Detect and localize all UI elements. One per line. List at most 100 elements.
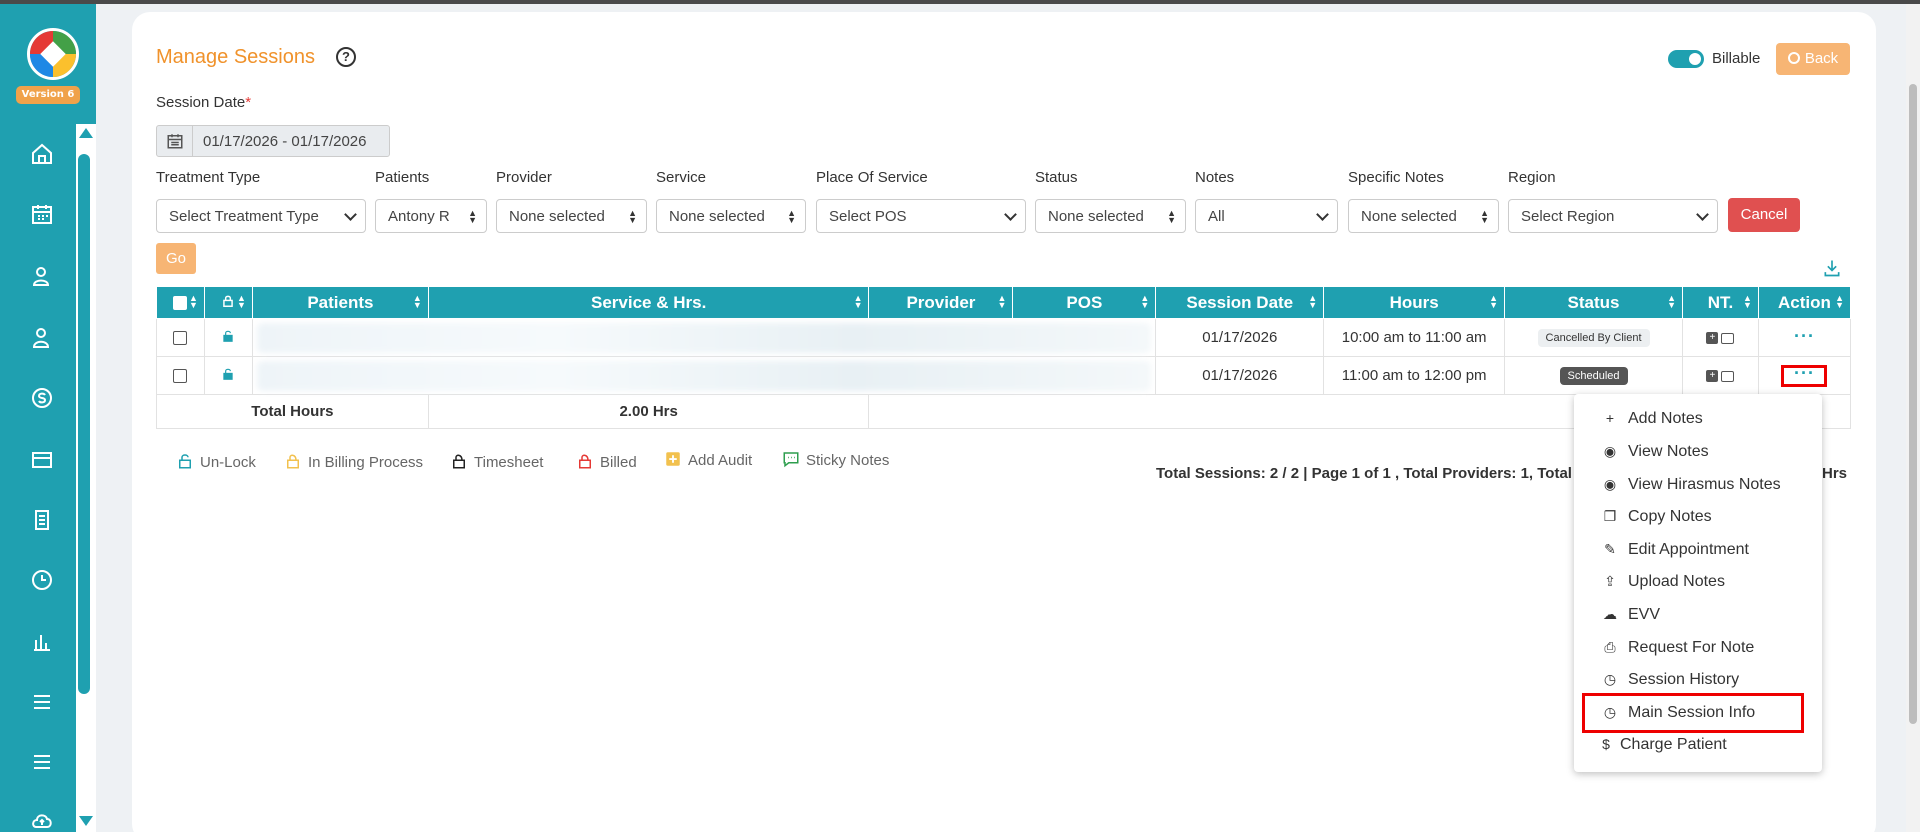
sticky-note-icon[interactable] — [1721, 332, 1735, 344]
more-actions-highlight[interactable]: ··· — [1781, 363, 1828, 387]
patients-select[interactable]: Antony R ▲ ▼ — [375, 199, 487, 233]
menu-item-request-for-note[interactable]: ⎙ Request For Note — [1602, 639, 1754, 657]
scroll-up-icon[interactable] — [79, 128, 93, 138]
menu-item-upload-notes[interactable]: ⇪ Upload Notes — [1602, 573, 1725, 591]
select-all-checkbox[interactable] — [173, 296, 188, 311]
status-label: Status — [1035, 169, 1078, 186]
status-badge: Cancelled By Client — [1537, 329, 1650, 347]
table-row: 01/17/2026 10:00 am to 11:00 am Cancelle… — [156, 318, 1852, 357]
specific-notes-select[interactable]: None selected ▲ ▼ — [1348, 199, 1499, 233]
region-label: Region — [1508, 169, 1556, 186]
menu-item-view-hirasmus-notes[interactable]: ◉ View Hirasmus Notes — [1602, 476, 1781, 494]
treatment-type-label: Treatment Type — [156, 169, 261, 186]
more-actions-icon[interactable]: ··· — [1794, 363, 1815, 383]
menu-item-view-notes[interactable]: ◉ View Notes — [1602, 443, 1709, 461]
legend-billed: Billed — [576, 452, 637, 471]
main-session-info-highlight — [1582, 693, 1804, 733]
list-icon[interactable] — [30, 750, 58, 778]
clock-icon[interactable] — [30, 568, 58, 596]
file-request-icon: ⎙ — [1604, 639, 1616, 655]
provider-select[interactable]: None selected ▲ ▼ — [496, 199, 647, 233]
row-checkbox[interactable] — [173, 369, 188, 384]
provider-label: Provider — [496, 169, 552, 186]
menu-item-edit-appointment[interactable]: ✎ Edit Appointment — [1602, 541, 1749, 559]
download-icon[interactable] — [1822, 258, 1842, 278]
back-button[interactable]: Back — [1776, 43, 1850, 75]
cloud-upload-icon: ☁ — [1603, 606, 1617, 622]
sidebar: Version 6 — [0, 4, 96, 832]
page-scrollbar[interactable] — [1906, 4, 1920, 832]
menu-item-add-notes[interactable]: + Add Notes — [1602, 410, 1703, 428]
table-row: 01/17/2026 11:00 am to 12:00 pm Schedule… — [156, 356, 1852, 395]
action-column-header[interactable]: Action ▲ ▼ — [1757, 286, 1852, 319]
service-select[interactable]: None selected ▲ ▼ — [656, 199, 806, 233]
hours-column-header[interactable]: Hours ▲ ▼ — [1323, 286, 1506, 319]
session-date-cell: 01/17/2026 — [1155, 356, 1325, 395]
menu-item-session-history[interactable]: ◷ Session History — [1602, 671, 1739, 689]
card-icon[interactable] — [30, 448, 58, 476]
document-icon[interactable] — [30, 508, 58, 536]
page-scroll-thumb[interactable] — [1909, 84, 1917, 724]
hours-cell: 11:00 am to 12:00 pm — [1323, 356, 1506, 395]
action-dropdown-menu: + Add Notes ◉ View Notes ◉ View Hirasmus No… — [1574, 394, 1822, 772]
upload-file-icon: ⇪ — [1604, 573, 1616, 589]
menu-item-copy-notes[interactable]: ❐ Copy Notes — [1602, 508, 1712, 526]
dollar-icon: $ — [1602, 736, 1610, 752]
row-checkbox[interactable] — [173, 331, 188, 346]
menu-item-charge-patient[interactable]: $ Charge Patient — [1598, 736, 1727, 754]
total-hours-value: 2.00 Hrs — [427, 394, 870, 429]
clock-icon: ◷ — [1603, 671, 1617, 687]
help-icon[interactable]: ? — [336, 47, 356, 67]
back-icon — [1787, 52, 1800, 64]
notes-select[interactable]: All — [1195, 199, 1338, 233]
treatment-type-select[interactable]: Select Treatment Type — [156, 199, 366, 233]
billable-toggle[interactable] — [1668, 50, 1704, 68]
lock-icon — [221, 293, 235, 312]
more-actions-icon[interactable]: ··· — [1794, 326, 1815, 346]
go-button[interactable]: Go — [156, 243, 196, 274]
region-select[interactable]: Select Region — [1508, 199, 1718, 233]
page-title: Manage Sessions — [156, 46, 315, 68]
status-badge: Scheduled — [1559, 367, 1628, 385]
chart-icon[interactable] — [30, 630, 58, 658]
scroll-down-icon[interactable] — [79, 816, 93, 826]
calendar-icon[interactable] — [30, 202, 58, 230]
status-column-header[interactable]: Status ▲ ▼ — [1504, 286, 1683, 319]
calendar-icon[interactable] — [157, 126, 193, 156]
session-date-column-header[interactable]: Session Date ▲ ▼ — [1155, 286, 1325, 319]
patients-label: Patients — [375, 169, 430, 186]
status-select[interactable]: None selected ▲ ▼ — [1035, 199, 1186, 233]
users-icon[interactable] — [30, 326, 58, 354]
menu-icon[interactable] — [30, 690, 58, 718]
menu-item-evv[interactable]: ☁ EVV — [1602, 606, 1660, 624]
notes-column-header[interactable]: NT. ▲ ▼ — [1681, 286, 1759, 319]
cancel-button[interactable]: Cancel — [1728, 198, 1800, 232]
select-all-header[interactable]: ▲ ▼ — [156, 286, 205, 319]
service-column-header[interactable]: Service & Hrs. ▲ ▼ — [427, 286, 870, 319]
place-of-service-label: Place Of Service — [816, 169, 928, 186]
scroll-thumb[interactable] — [78, 154, 90, 694]
upload-icon[interactable] — [30, 808, 58, 832]
hours-cell: 10:00 am to 11:00 am — [1323, 318, 1506, 357]
add-note-icon[interactable]: + — [1706, 370, 1719, 383]
legend-timesheet: Timesheet — [450, 452, 543, 471]
pagination-summary-tail: Hrs — [1822, 465, 1848, 482]
pos-select[interactable]: Select POS — [816, 199, 1026, 233]
session-date-field[interactable]: 01/17/2026 - 01/17/2026 — [156, 125, 390, 157]
user-icon[interactable] — [30, 264, 58, 292]
home-icon[interactable] — [30, 142, 58, 170]
unlock-icon[interactable] — [221, 330, 235, 347]
back-label: Back — [1804, 50, 1839, 67]
pos-column-header[interactable]: POS ▲ ▼ — [1012, 286, 1157, 319]
lock-header[interactable]: ▲ ▼ — [203, 286, 253, 319]
billing-icon[interactable] — [30, 386, 58, 414]
patients-column-header[interactable]: Patients ▲ ▼ — [251, 286, 429, 319]
sticky-note-icon[interactable] — [1721, 370, 1735, 382]
legend-add-audit: Add Audit — [664, 450, 752, 469]
app-logo[interactable] — [27, 28, 79, 80]
provider-column-header[interactable]: Provider ▲ ▼ — [868, 286, 1014, 319]
sidebar-scrollbar[interactable] — [76, 124, 96, 832]
unlock-icon[interactable] — [221, 368, 235, 385]
top-bar — [0, 0, 1920, 4]
add-note-icon[interactable]: + — [1706, 332, 1719, 345]
